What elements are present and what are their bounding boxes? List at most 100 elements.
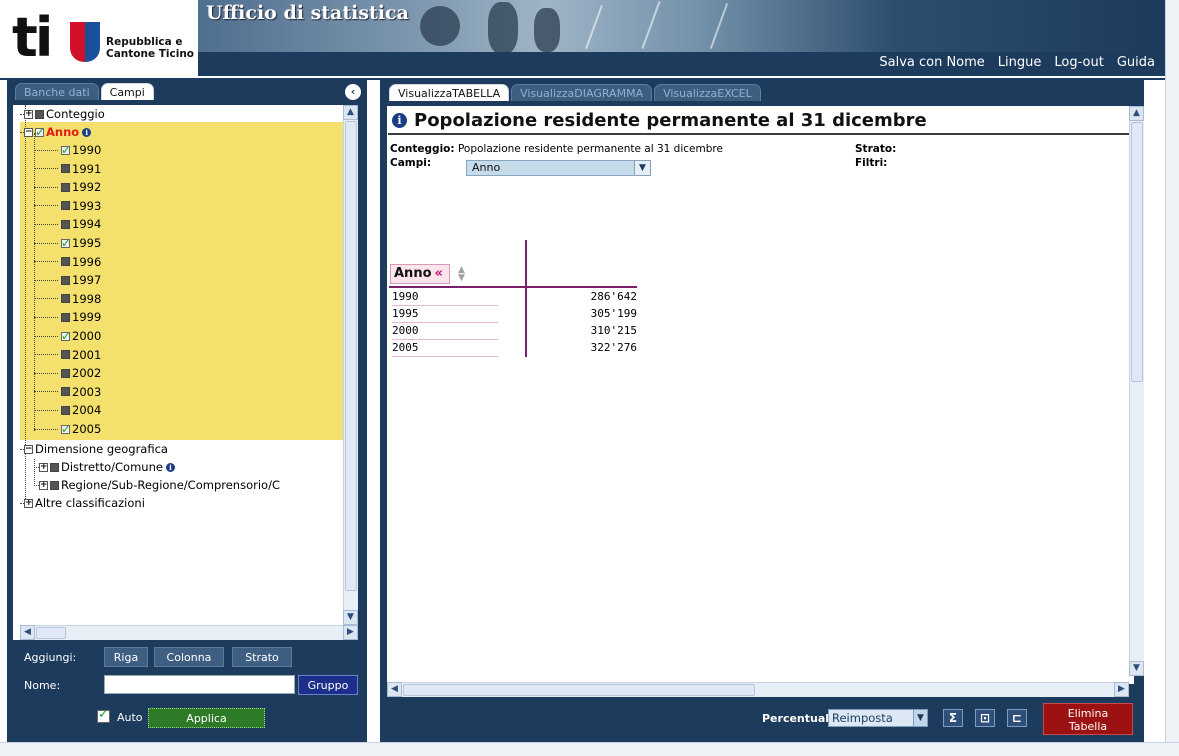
- tree-item-regione[interactable]: + Regione/Sub-Regione/Comprensorio/C: [34, 476, 280, 494]
- applica-button[interactable]: Applica: [148, 708, 265, 728]
- expand-icon[interactable]: +: [39, 462, 48, 472]
- scroll-down-icon[interactable]: ▼: [1129, 661, 1144, 676]
- checkbox[interactable]: [35, 123, 45, 141]
- table-layout-icon[interactable]: ⊏: [1007, 709, 1027, 727]
- tab-visualizza-diagramma[interactable]: VisualizzaDIAGRAMMA: [511, 84, 653, 101]
- scroll-right-icon[interactable]: ▶: [1114, 682, 1129, 697]
- scroll-down-icon[interactable]: ▼: [343, 610, 358, 625]
- scroll-up-icon[interactable]: ▲: [1129, 106, 1144, 121]
- expand-icon[interactable]: +: [39, 480, 48, 490]
- chevron-down-icon[interactable]: ▼: [913, 710, 927, 726]
- checkbox[interactable]: [50, 480, 59, 490]
- tree-item-year[interactable]: 2002: [34, 364, 101, 382]
- tree-item-year[interactable]: 1993: [34, 197, 101, 215]
- canton-logo[interactable]: ti Repubblica e Cantone Ticino: [8, 8, 198, 72]
- year-checkbox[interactable]: [61, 350, 70, 360]
- scroll-thumb[interactable]: [345, 121, 357, 591]
- year-checkbox[interactable]: [61, 312, 70, 322]
- logo-line-2: Cantone Ticino: [106, 48, 195, 60]
- content-horizontal-scrollbar[interactable]: ◀ ▶: [387, 682, 1129, 697]
- window-vertical-scrollbar[interactable]: [1165, 0, 1179, 742]
- tree-item-conteggio[interactable]: + Conteggio: [20, 105, 105, 123]
- tree-item-year[interactable]: 1990: [34, 141, 101, 159]
- tree-item-year[interactable]: 1999: [34, 308, 101, 326]
- gruppo-button[interactable]: Gruppo: [298, 675, 358, 695]
- tree-item-year[interactable]: 1998: [34, 290, 101, 308]
- year-checkbox[interactable]: [61, 164, 70, 174]
- tree-item-year[interactable]: 2004: [34, 401, 101, 419]
- info-icon[interactable]: i: [82, 127, 92, 137]
- tree-item-year[interactable]: 2001: [34, 346, 101, 364]
- scroll-left-icon[interactable]: ◀: [387, 682, 402, 697]
- transpose-icon[interactable]: ⊡: [975, 709, 995, 727]
- tree-item-year[interactable]: 1995: [34, 234, 101, 252]
- tab-visualizza-excel[interactable]: VisualizzaEXCEL: [654, 84, 761, 101]
- scroll-thumb[interactable]: [403, 684, 755, 696]
- nav-guida[interactable]: Guida: [1117, 55, 1155, 70]
- tree-item-year[interactable]: 1997: [34, 271, 101, 289]
- strato-button[interactable]: Strato: [232, 647, 292, 667]
- tree-item-year[interactable]: 1994: [34, 215, 101, 233]
- year-checkbox[interactable]: [61, 141, 71, 159]
- scroll-thumb[interactable]: [1131, 122, 1143, 382]
- tree-item-year[interactable]: 2005: [34, 420, 101, 438]
- sort-icon[interactable]: ▲ ▼: [458, 266, 465, 283]
- elimina-tabella-button[interactable]: Elimina Tabella: [1043, 703, 1133, 735]
- year-checkbox[interactable]: [61, 201, 70, 211]
- checkbox[interactable]: [35, 109, 44, 119]
- year-checkbox[interactable]: [61, 257, 70, 267]
- tree-item-year[interactable]: 2000: [34, 327, 101, 345]
- content-vertical-scrollbar[interactable]: ▲ ▼: [1129, 106, 1144, 676]
- tree-horizontal-scrollbar[interactable]: ◀ ▶: [20, 625, 358, 640]
- info-icon[interactable]: i: [165, 462, 175, 472]
- expand-icon[interactable]: +: [24, 109, 33, 119]
- collapse-icon[interactable]: −: [24, 444, 33, 454]
- year-checkbox[interactable]: [61, 275, 70, 285]
- year-checkbox[interactable]: [61, 234, 71, 252]
- tree-item-year[interactable]: 1991: [34, 160, 101, 178]
- percentuale-select[interactable]: Reimposta ▼: [828, 709, 928, 727]
- year-checkbox[interactable]: [61, 420, 71, 438]
- tree-vertical-scrollbar[interactable]: ▲ ▼: [343, 105, 358, 625]
- year-checkbox[interactable]: [61, 182, 70, 192]
- tab-visualizza-tabella[interactable]: VisualizzaTABELLA: [389, 84, 510, 101]
- tree-item-distretto-comune[interactable]: + Distretto/Comune i: [34, 458, 175, 476]
- tree-item-dimensione-geografica[interactable]: − Dimensione geografica: [20, 440, 168, 458]
- colonna-button[interactable]: Colonna: [154, 647, 224, 667]
- expand-icon[interactable]: +: [24, 498, 33, 508]
- year-checkbox[interactable]: [61, 294, 70, 304]
- tab-campi[interactable]: Campi: [100, 83, 154, 100]
- scroll-thumb[interactable]: [36, 627, 66, 639]
- tab-banche-dati[interactable]: Banche dati: [15, 83, 99, 100]
- anno-row-header[interactable]: Anno «: [390, 264, 450, 284]
- info-icon[interactable]: i: [392, 113, 407, 128]
- tree-item-anno[interactable]: − Annoi: [20, 123, 92, 141]
- nome-input[interactable]: [104, 675, 295, 694]
- nav-log-out[interactable]: Log-out: [1054, 55, 1103, 70]
- window-horizontal-scrollbar[interactable]: [0, 742, 1179, 756]
- tree-connector: [34, 428, 58, 430]
- chevron-down-icon[interactable]: ▼: [634, 161, 650, 175]
- checkbox[interactable]: [50, 462, 59, 472]
- year-checkbox[interactable]: [61, 387, 70, 397]
- nav-salva-con-nome[interactable]: Salva con Nome: [879, 55, 984, 70]
- year-checkbox[interactable]: [61, 405, 70, 415]
- tree-item-year[interactable]: 1996: [34, 253, 101, 271]
- move-left-icon[interactable]: «: [435, 266, 443, 281]
- riga-button[interactable]: Riga: [104, 647, 148, 667]
- scroll-left-icon[interactable]: ◀: [20, 625, 35, 640]
- auto-checkbox[interactable]: [97, 707, 110, 723]
- scroll-up-icon[interactable]: ▲: [343, 105, 358, 120]
- sum-icon[interactable]: Σ: [943, 709, 963, 727]
- tree-item-year[interactable]: 1992: [34, 178, 101, 196]
- year-checkbox[interactable]: [61, 368, 70, 378]
- collapse-icon[interactable]: −: [24, 127, 33, 137]
- year-checkbox[interactable]: [61, 219, 70, 229]
- tree-item-year[interactable]: 2003: [34, 383, 101, 401]
- campi-select[interactable]: Anno ▼: [466, 160, 651, 176]
- tree-item-altre-classificazioni[interactable]: + Altre classificazioni: [20, 494, 145, 512]
- collapse-left-icon[interactable]: ‹: [345, 84, 361, 100]
- scroll-right-icon[interactable]: ▶: [343, 625, 358, 640]
- nav-lingue[interactable]: Lingue: [998, 55, 1042, 70]
- year-checkbox[interactable]: [61, 327, 71, 345]
